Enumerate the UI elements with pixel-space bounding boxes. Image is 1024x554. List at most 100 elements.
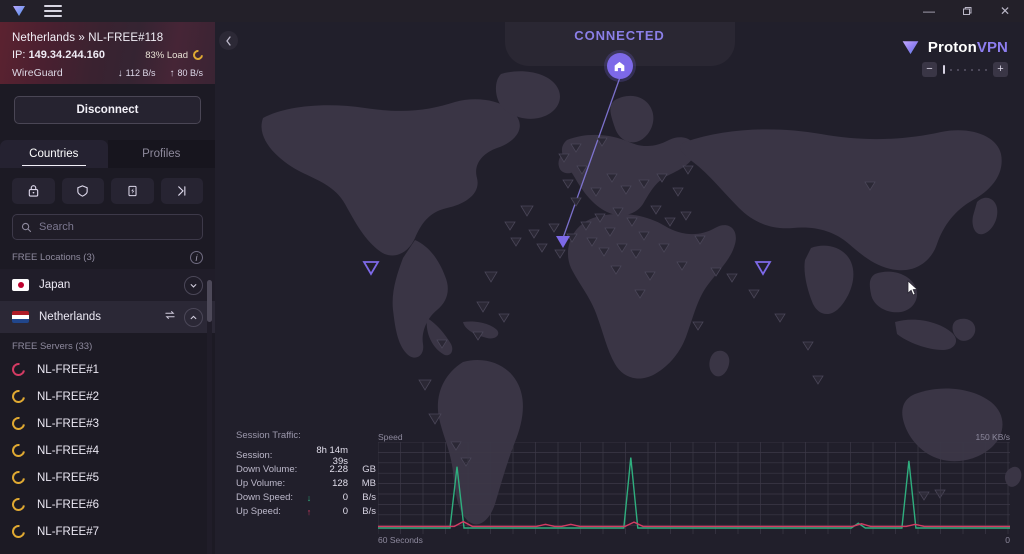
server-load-icon [9, 495, 28, 514]
search-wrap [0, 204, 215, 240]
minimize-button[interactable]: — [910, 0, 948, 22]
chart-x-label: 60 Seconds [378, 535, 423, 545]
stat-label: Session: [236, 450, 273, 462]
title-bar: — ✕ [0, 0, 1024, 22]
server-load-icon [9, 387, 28, 406]
zoom-out-button[interactable]: − [922, 62, 937, 77]
server-load-icon [9, 414, 28, 433]
stat-value: 2.28 [329, 464, 349, 476]
stat-value: 128 [332, 478, 348, 490]
stat-value: 0 [342, 492, 348, 504]
zoom-in-button[interactable]: + [993, 62, 1008, 77]
list-item[interactable]: NL-FREE#1 [0, 356, 215, 383]
free-locations-label-row: FREE Locations (3) i [0, 240, 215, 269]
zoom-tick-active[interactable] [943, 65, 945, 74]
chart-top-labels: Speed 150 KB/s [378, 432, 1010, 442]
protocol-label: WireGuard [12, 67, 63, 79]
session-traffic-panel: Session Traffic: Session: 8h 14m 39s Dow… [236, 430, 376, 550]
close-button[interactable]: ✕ [986, 0, 1024, 22]
secure-core-icon[interactable] [12, 178, 55, 204]
list-item[interactable]: NL-FREE#3 [0, 410, 215, 437]
proton-triangle-icon [10, 2, 28, 20]
chevron-left-icon [226, 35, 231, 46]
zoom-tick[interactable] [985, 68, 987, 71]
download-speed-value: 112 B/s [125, 68, 156, 78]
country-row-japan[interactable]: Japan [0, 269, 215, 301]
download-speed: ↓ 112 B/s [118, 68, 156, 79]
country-row-netherlands[interactable]: Netherlands [0, 301, 215, 333]
disconnect-wrap: Disconnect [0, 84, 215, 124]
server-name: NL-FREE#6 [37, 498, 99, 511]
list-item[interactable]: NL-FREE#6 [0, 491, 215, 518]
country-name-japan: Japan [39, 279, 71, 291]
zoom-tick[interactable] [978, 68, 980, 71]
chart-canvas [377, 441, 1010, 534]
upload-arrow-icon: ↑ [169, 67, 175, 79]
chart-bottom-labels: 60 Seconds 0 [378, 535, 1010, 545]
zoom-tick[interactable] [957, 68, 959, 71]
chart-y-min-label: 0 [1005, 535, 1010, 545]
info-icon[interactable]: i [190, 251, 203, 264]
sidebar-collapse-button[interactable] [219, 31, 238, 50]
sidebar: Netherlands » NL-FREE#118 IP: 149.34.244… [0, 22, 215, 554]
server-name: NL-FREE#7 [37, 525, 99, 538]
free-locations-label: FREE Locations (3) [12, 252, 95, 263]
server-name: NL-FREE#3 [37, 417, 99, 430]
server-load-text: 83% Load [145, 49, 188, 61]
list-item[interactable]: NL-FREE#7 [0, 518, 215, 545]
hamburger-icon[interactable] [44, 2, 62, 20]
sidebar-scrollbar-thumb[interactable] [207, 280, 212, 322]
tab-countries[interactable]: Countries [0, 140, 108, 168]
connection-ip: IP: 149.34.244.160 [12, 49, 105, 61]
netshield-icon[interactable] [61, 178, 104, 204]
speed-chart: Speed 150 KB/s 60 Seconds 0 [377, 432, 1010, 548]
filter-toolbar [0, 168, 215, 204]
list-item[interactable]: NL-FREE#2 [0, 383, 215, 410]
stat-up-volume: Up Volume: 128 MB [236, 477, 376, 491]
stat-down-volume: Down Volume: 2.28 GB [236, 463, 376, 477]
stat-unit: B/s [362, 506, 376, 518]
connection-ip-row: IP: 149.34.244.160 83% Load [12, 47, 206, 63]
stat-unit: MB [361, 478, 376, 490]
home-pin-icon[interactable] [606, 53, 633, 79]
zoom-slider[interactable] [943, 65, 987, 74]
list-item[interactable]: NL-FREE#4 [0, 437, 215, 464]
stat-down-speed: Down Speed: ↓ 0 B/s [236, 491, 376, 505]
server-name: NL-FREE#4 [37, 444, 99, 457]
ip-label: IP: [12, 49, 26, 61]
home-glyph-icon [614, 61, 625, 71]
disconnect-button[interactable]: Disconnect [14, 96, 201, 124]
search-icon [21, 222, 32, 232]
server-name: NL-FREE#5 [37, 471, 99, 484]
stat-value: 0 [342, 506, 348, 518]
stat-label: Down Speed: [236, 492, 294, 504]
country-name-netherlands: Netherlands [39, 311, 102, 323]
search-box[interactable] [12, 214, 203, 240]
server-load-icon [9, 441, 28, 460]
chevron-down-icon[interactable] [184, 275, 203, 295]
upload-speed-value: 80 B/s [177, 68, 203, 78]
stat-label: Down Volume: [236, 464, 298, 476]
zoom-tick[interactable] [964, 68, 966, 71]
server-name: NL-FREE#1 [37, 363, 99, 376]
maximize-button[interactable] [948, 0, 986, 22]
free-servers-label: FREE Servers (33) [12, 341, 93, 352]
zoom-tick[interactable] [971, 68, 973, 71]
stat-up-speed: Up Speed: ↑ 0 B/s [236, 505, 376, 519]
p2p-icon[interactable] [111, 178, 154, 204]
connection-protocol-row: WireGuard ↓ 112 B/s ↑ 80 B/s [12, 67, 203, 79]
stat-label: Up Volume: [236, 478, 286, 490]
connection-header: Netherlands » NL-FREE#118 IP: 149.34.244… [0, 22, 215, 84]
server-load: 83% Load [145, 47, 206, 63]
upload-speed: ↑ 80 B/s [169, 68, 203, 79]
swap-icon[interactable] [164, 308, 176, 326]
chevron-up-icon[interactable] [184, 307, 203, 327]
search-input[interactable] [39, 221, 194, 233]
mouse-cursor [907, 280, 919, 296]
connection-title: Netherlands » NL-FREE#118 [12, 32, 164, 44]
tab-profiles[interactable]: Profiles [107, 140, 215, 168]
list-item[interactable]: NL-FREE#5 [0, 464, 215, 491]
tor-icon[interactable] [160, 178, 203, 204]
connection-speeds: ↓ 112 B/s ↑ 80 B/s [118, 68, 203, 79]
zoom-tick[interactable] [950, 68, 952, 71]
